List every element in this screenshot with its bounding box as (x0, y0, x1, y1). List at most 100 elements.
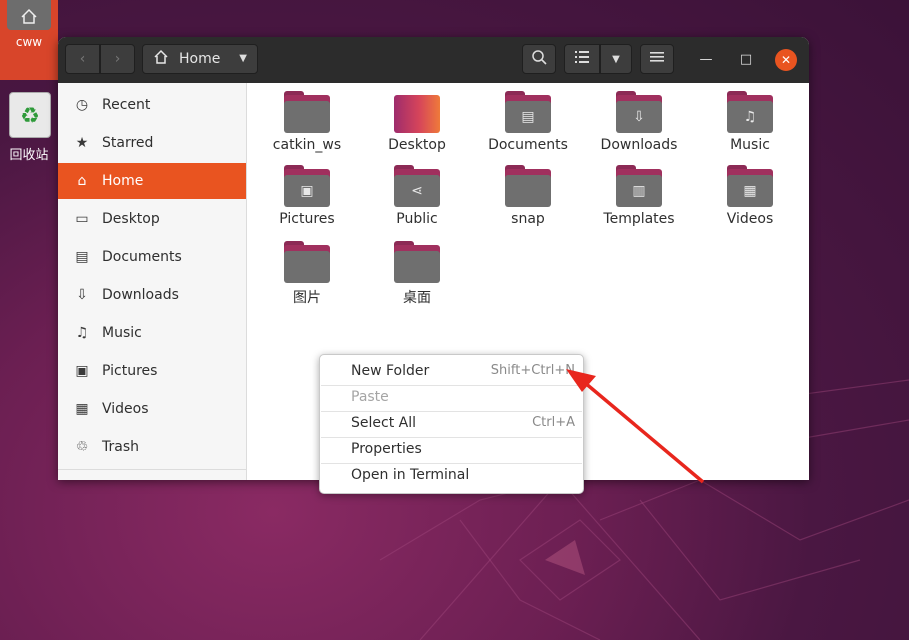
file-item[interactable]: ♫ Music (700, 91, 800, 153)
documents-folder-icon: ▤ (505, 91, 551, 133)
file-item[interactable]: 图片 (257, 241, 357, 307)
video-icon: ▦ (75, 401, 89, 417)
file-item[interactable]: ▦ Videos (700, 165, 800, 227)
file-item[interactable]: snap (478, 165, 578, 227)
list-view-button[interactable] (564, 44, 600, 74)
document-icon: ▤ (75, 249, 89, 265)
hamburger-menu-icon (650, 51, 664, 67)
desktop-trash-label: 回收站 (9, 148, 49, 163)
chevron-down-icon: ▼ (239, 53, 247, 64)
forward-button[interactable]: › (100, 44, 135, 74)
templates-folder-icon: ▥ (616, 165, 662, 207)
file-item[interactable]: Desktop (367, 91, 467, 153)
file-item[interactable]: ▥ Templates (589, 165, 689, 227)
sidebar-item-downloads[interactable]: ⇩ Downloads (58, 277, 246, 313)
menu-item-label: Paste (351, 389, 389, 405)
minimize-icon: — (699, 52, 713, 67)
menu-item-label: Select All (351, 415, 416, 431)
menu-item-shortcut: Ctrl+A (532, 415, 575, 430)
folder-icon (284, 91, 330, 133)
file-name: snap (511, 211, 545, 227)
sidebar-item-recent[interactable]: ◷ Recent (58, 87, 246, 123)
sidebar-item-label: Trash (102, 439, 139, 455)
public-folder-icon: ⋖ (394, 165, 440, 207)
menu-item-new-folder[interactable]: New Folder Shift+Ctrl+N (320, 359, 583, 385)
sidebar-item-label: Recent (102, 97, 151, 113)
desktop-home-label: cww (15, 35, 43, 49)
menu-item-select-all[interactable]: Select All Ctrl+A (320, 411, 583, 437)
chevron-down-icon: ▼ (612, 53, 620, 65)
sidebar-item-pictures[interactable]: ▣ Pictures (58, 353, 246, 389)
context-menu: New Folder Shift+Ctrl+N Paste Select All… (319, 354, 584, 494)
home-icon (153, 49, 169, 69)
sidebar-item-label: Starred (102, 135, 154, 151)
sidebar-item-documents[interactable]: ▤ Documents (58, 239, 246, 275)
file-item[interactable]: ⋖ Public (367, 165, 467, 227)
trash-icon: ♲ (75, 439, 89, 455)
search-icon (531, 49, 547, 69)
file-name: catkin_ws (272, 137, 342, 153)
file-item[interactable]: ▣ Pictures (257, 165, 357, 227)
places-sidebar: ◷ Recent ★ Starred ⌂ Home ▭ Desktop ▤ Documen… (58, 83, 247, 480)
file-name: Pictures (279, 211, 335, 227)
maximize-button[interactable]: □ (735, 49, 757, 71)
main-menu-button[interactable] (640, 44, 674, 74)
chevron-right-icon: › (114, 51, 121, 67)
desktop-trash-shortcut[interactable]: ♻ 回收站 (0, 92, 58, 163)
sidebar-item-music[interactable]: ♫ Music (58, 315, 246, 351)
file-name: Videos (726, 211, 774, 227)
music-folder-icon: ♫ (727, 91, 773, 133)
sidebar-item-label: Home (102, 173, 144, 189)
file-item[interactable]: ▤ Documents (478, 91, 578, 153)
sidebar-item-trash[interactable]: ♲ Trash (58, 429, 246, 465)
downloads-folder-icon: ⇩ (616, 91, 662, 133)
star-icon: ★ (75, 135, 89, 151)
download-icon: ⇩ (76, 287, 88, 303)
pictures-folder-icon: ▣ (284, 165, 330, 207)
menu-item-open-in-terminal[interactable]: Open in Terminal (320, 463, 583, 489)
back-button[interactable]: ‹ (65, 44, 100, 74)
file-item[interactable]: 桌面 (367, 241, 467, 307)
sidebar-item-starred[interactable]: ★ Starred (58, 125, 246, 161)
file-item[interactable]: catkin_ws (257, 91, 357, 153)
sidebar-item-desktop[interactable]: ▭ Desktop (58, 201, 246, 237)
sidebar-item-label: Desktop (102, 211, 160, 227)
file-name: 桌面 (403, 290, 431, 306)
desktop-icon: ▭ (75, 211, 89, 227)
list-view-icon (574, 50, 590, 68)
menu-item-properties[interactable]: Properties (320, 437, 583, 463)
chevron-left-icon: ‹ (79, 51, 86, 67)
search-button[interactable] (522, 44, 556, 74)
sidebar-item-label: Videos (102, 401, 149, 417)
folder-icon (394, 241, 440, 283)
home-folder-icon (7, 0, 51, 30)
file-name: Public (396, 211, 438, 227)
music-icon: ♫ (75, 325, 89, 341)
menu-item-label: Open in Terminal (351, 467, 470, 483)
clock-icon: ◷ (75, 97, 89, 113)
videos-folder-icon: ▦ (727, 165, 773, 207)
sidebar-item-home[interactable]: ⌂ Home (58, 163, 246, 199)
menu-item-label: Properties (351, 441, 422, 457)
file-name: Music (730, 137, 770, 153)
sidebar-item-videos[interactable]: ▦ Videos (58, 391, 246, 427)
picture-icon: ▣ (75, 363, 89, 379)
sidebar-item-label: Music (102, 325, 142, 341)
location-path-button[interactable]: Home ▼ (142, 44, 258, 74)
sidebar-item-label: Documents (102, 249, 182, 265)
path-title: Home (179, 51, 221, 67)
file-name: Templates (603, 211, 675, 227)
file-item[interactable]: ⇩ Downloads (589, 91, 689, 153)
close-button[interactable]: ✕ (775, 49, 797, 71)
file-name: Desktop (388, 137, 446, 153)
home-icon: ⌂ (77, 173, 87, 189)
file-name: 图片 (293, 290, 321, 306)
folder-icon (505, 165, 551, 207)
minimize-button[interactable]: — (695, 49, 717, 71)
menu-item-paste[interactable]: Paste (320, 385, 583, 411)
desktop-folder-icon (394, 91, 440, 133)
view-options-button[interactable]: ▼ (600, 44, 632, 74)
desktop-home-shortcut[interactable]: cww (0, 0, 58, 80)
recycle-bin-icon: ♻ (9, 92, 51, 138)
headerbar: ‹ › Home ▼ ▼ — □ ✕ (58, 37, 809, 83)
